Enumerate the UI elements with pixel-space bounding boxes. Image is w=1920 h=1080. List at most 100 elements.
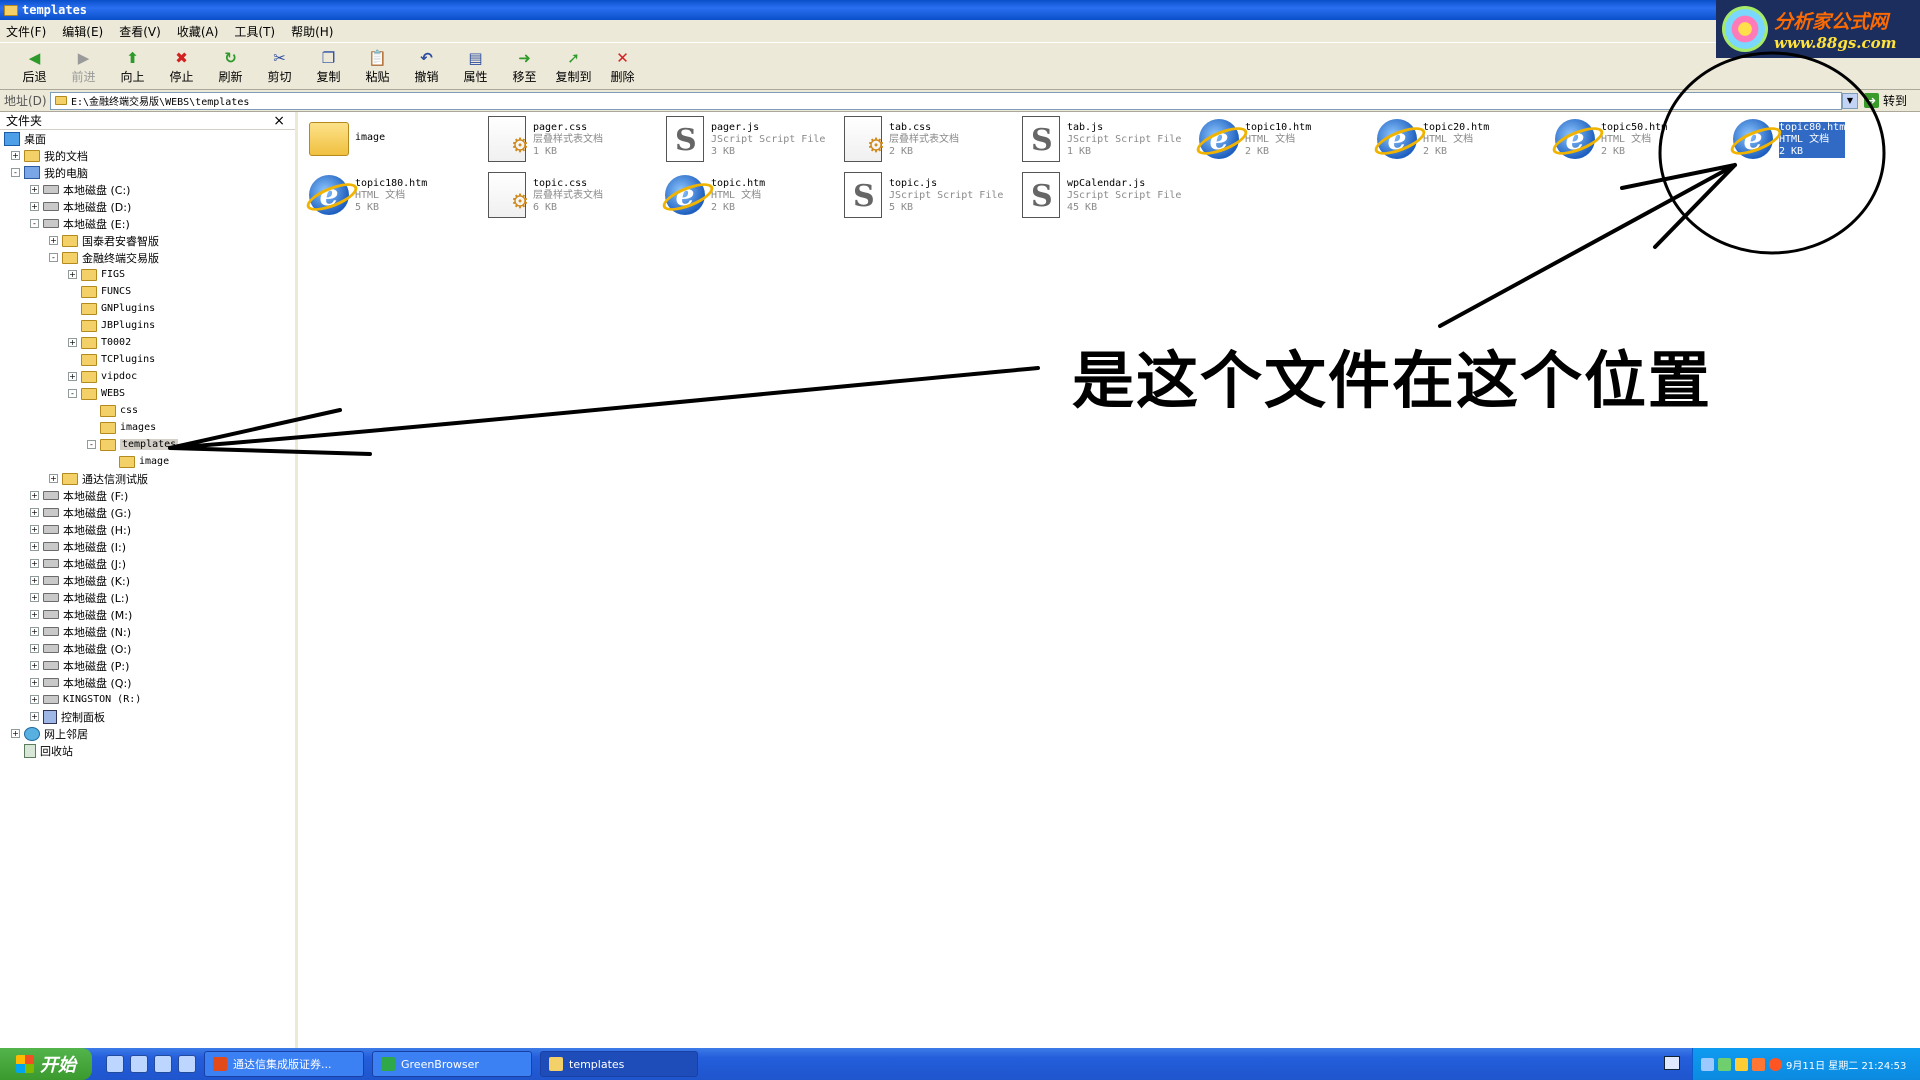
expand-toggle-icon[interactable]: + [30, 593, 39, 602]
tree-node[interactable]: + 本地磁盘 (K:) [30, 572, 130, 589]
expand-toggle-icon[interactable]: + [30, 695, 39, 704]
expand-toggle-icon[interactable]: + [30, 508, 39, 517]
toolbar-button[interactable]: ↻ 刷新 [206, 49, 255, 85]
expand-toggle-icon[interactable]: + [30, 202, 39, 211]
taskbar-button[interactable]: 通达信集成版证券... [204, 1051, 364, 1077]
tree-node[interactable]: image [106, 453, 169, 470]
tree-node[interactable]: - templates [87, 436, 179, 453]
tree-node[interactable]: + 本地磁盘 (H:) [30, 521, 131, 538]
expand-toggle-icon[interactable]: + [11, 151, 20, 160]
security-icon[interactable] [1718, 1057, 1731, 1071]
file-item[interactable]: tab.css层叠样式表文档2 KB [841, 116, 1011, 170]
toolbar-button[interactable]: ▤ 属性 [451, 49, 500, 85]
expand-toggle-icon[interactable]: + [30, 525, 39, 534]
menu-item[interactable]: 收藏(A) [177, 23, 219, 40]
collapse-toggle-icon[interactable]: - [11, 168, 20, 177]
expand-toggle-icon[interactable]: + [30, 491, 39, 500]
tree-node[interactable]: + 控制面板 [30, 708, 105, 725]
volume-icon[interactable] [1735, 1057, 1748, 1071]
tree-node[interactable]: + 本地磁盘 (Q:) [30, 674, 131, 691]
taskbar-button[interactable]: templates [540, 1051, 698, 1077]
tree-node[interactable]: + 本地磁盘 (P:) [30, 657, 129, 674]
start-button[interactable]: 开始 [0, 1048, 92, 1080]
show-desktop-icon[interactable] [106, 1055, 124, 1073]
toolbar-button[interactable]: 📋 粘贴 [353, 49, 402, 85]
tree-node[interactable]: - 我的电脑 [11, 164, 88, 181]
tree-node[interactable]: + 网上邻居 [11, 725, 88, 742]
tree-node[interactable]: + 本地磁盘 (C:) [30, 181, 130, 198]
file-item[interactable]: pager.css层叠样式表文档1 KB [485, 116, 655, 170]
file-item[interactable]: e topic180.htm HTML 文档 5 KB [307, 172, 477, 226]
tree-node[interactable]: - 本地磁盘 (E:) [30, 215, 130, 232]
network-status-icon[interactable] [1701, 1057, 1714, 1071]
expand-toggle-icon[interactable]: + [30, 576, 39, 585]
tree-node[interactable]: + 国泰君安睿智版 [49, 232, 159, 249]
toolbar-button[interactable]: ➜ 移至 [500, 49, 549, 85]
collapse-toggle-icon[interactable]: - [30, 219, 39, 228]
file-item[interactable]: image [307, 116, 477, 170]
address-dropdown-button[interactable]: ▼ [1842, 92, 1858, 109]
close-pane-button[interactable]: × [273, 113, 285, 129]
tree-node[interactable]: JBPlugins [68, 317, 155, 334]
toolbar-button[interactable]: ✕ 删除 [598, 49, 647, 85]
toolbar-button[interactable]: ❐ 复制 [304, 49, 353, 85]
collapse-toggle-icon[interactable]: - [49, 253, 58, 262]
expand-toggle-icon[interactable]: + [30, 542, 39, 551]
tree-node[interactable]: + 本地磁盘 (N:) [30, 623, 131, 640]
tree-node[interactable]: + 本地磁盘 (D:) [30, 198, 131, 215]
tree-node[interactable]: + 本地磁盘 (M:) [30, 606, 132, 623]
file-item[interactable]: e topic80.htm HTML 文档 2 KB [1731, 116, 1901, 170]
file-item[interactable]: topic.css层叠样式表文档6 KB [485, 172, 655, 226]
file-item[interactable]: wpCalendar.jsJScript Script File45 KB [1019, 172, 1189, 226]
expand-toggle-icon[interactable]: + [30, 678, 39, 687]
taskbar-button[interactable]: GreenBrowser [372, 1051, 532, 1077]
file-item[interactable]: e topic50.htm HTML 文档 2 KB [1553, 116, 1723, 170]
tree-node[interactable]: + T0002 [68, 334, 131, 351]
expand-toggle-icon[interactable]: + [30, 644, 39, 653]
expand-toggle-icon[interactable]: + [68, 338, 77, 347]
tree-node[interactable]: TCPlugins [68, 351, 155, 368]
expand-toggle-icon[interactable]: + [30, 610, 39, 619]
menu-item[interactable]: 编辑(E) [62, 23, 103, 40]
file-item[interactable]: e topic10.htm HTML 文档 2 KB [1197, 116, 1367, 170]
tree-node[interactable]: - 金融终端交易版 [49, 249, 159, 266]
tree-node[interactable]: + vipdoc [68, 368, 137, 385]
tree-node[interactable]: images [87, 419, 156, 436]
tree-node[interactable]: + FIGS [68, 266, 125, 283]
toolbar-button[interactable]: ➚ 复制到 [549, 49, 598, 85]
tree-node[interactable]: + 通达信测试版 [49, 470, 148, 487]
toolbar-button[interactable]: ✂ 剪切 [255, 49, 304, 85]
tree-node[interactable]: FUNCS [68, 283, 131, 300]
expand-toggle-icon[interactable]: + [30, 559, 39, 568]
tree-node[interactable]: + 本地磁盘 (I:) [30, 538, 126, 555]
expand-toggle-icon[interactable]: + [68, 372, 77, 381]
qq-icon[interactable] [1752, 1057, 1765, 1071]
tree-node[interactable]: 桌面 [4, 130, 46, 147]
expand-toggle-icon[interactable]: + [49, 474, 58, 483]
tree-node[interactable]: + 本地磁盘 (O:) [30, 640, 131, 657]
file-item[interactable]: e topic.htm HTML 文档 2 KB [663, 172, 833, 226]
expand-toggle-icon[interactable]: + [30, 627, 39, 636]
file-item[interactable]: tab.jsJScript Script File1 KB [1019, 116, 1189, 170]
media-player-icon[interactable] [130, 1055, 148, 1073]
tree-node[interactable]: 回收站 [11, 742, 73, 759]
tree-node[interactable]: GNPlugins [68, 300, 155, 317]
menu-item[interactable]: 帮助(H) [291, 23, 333, 40]
expand-toggle-icon[interactable]: + [68, 270, 77, 279]
tree-node[interactable]: + 本地磁盘 (J:) [30, 555, 126, 572]
menu-item[interactable]: 工具(T) [234, 23, 275, 40]
file-item[interactable]: e topic20.htm HTML 文档 2 KB [1375, 116, 1545, 170]
expand-toggle-icon[interactable]: + [30, 712, 39, 721]
app-tray-icon[interactable] [1769, 1057, 1782, 1071]
toolbar-button[interactable]: ▶ 前进 [59, 49, 108, 85]
file-item[interactable]: topic.jsJScript Script File5 KB [841, 172, 1011, 226]
collapse-toggle-icon[interactable]: - [87, 440, 96, 449]
toolbar-button[interactable]: ✖ 停止 [157, 49, 206, 85]
toolbar-button[interactable]: ◀ 后退 [10, 49, 59, 85]
tree-node[interactable]: css [87, 402, 138, 419]
collapse-toggle-icon[interactable]: - [68, 389, 77, 398]
expand-toggle-icon[interactable]: + [30, 185, 39, 194]
tree-node[interactable]: + 本地磁盘 (L:) [30, 589, 129, 606]
expand-toggle-icon[interactable]: + [30, 661, 39, 670]
toolbar-button[interactable]: ↶ 撤销 [402, 49, 451, 85]
